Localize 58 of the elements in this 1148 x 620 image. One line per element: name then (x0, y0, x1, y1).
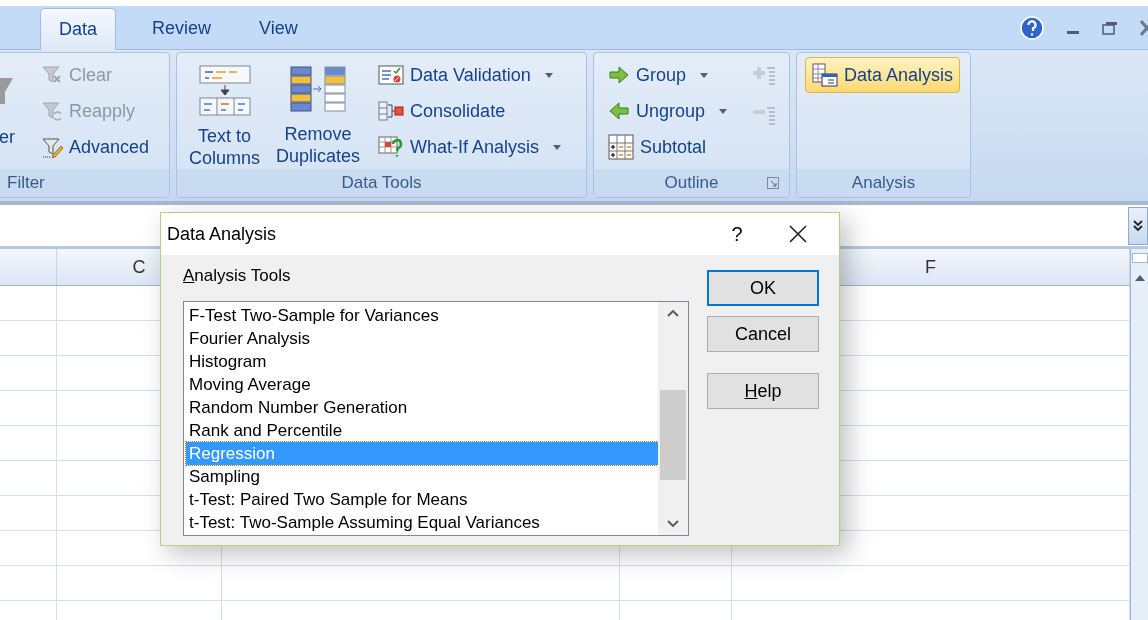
list-item[interactable]: Random Number Generation (186, 395, 658, 419)
remove-duplicates-icon (289, 65, 348, 115)
funnel-reapply-icon (41, 100, 63, 122)
funnel-clear-icon (41, 64, 63, 86)
ribbon-button[interactable]: Remove Duplicates (272, 57, 365, 169)
ribbon-button[interactable]: What-If Analysis (372, 129, 568, 165)
dialog-launcher-icon[interactable] (767, 177, 779, 189)
list-item[interactable]: Rank and Percentile (186, 418, 658, 442)
list-item[interactable]: t-Test: Paired Two Sample for Means (186, 487, 658, 511)
list-scrollbar[interactable] (658, 301, 688, 535)
vertical-scrollbar[interactable] (1130, 249, 1148, 620)
ribbon-button[interactable]: Group (602, 57, 734, 93)
group-label: Filter (7, 172, 45, 195)
restore-icon[interactable] (1102, 20, 1118, 35)
tools-listbox[interactable] (183, 300, 689, 536)
text-to-columns-icon (197, 65, 252, 117)
split-box[interactable] (1131, 253, 1148, 263)
double-chevron-icon (1133, 219, 1143, 232)
dialog-button[interactable]: Help (707, 373, 819, 409)
scroll-up-icon[interactable] (666, 307, 680, 318)
ribbon-button[interactable]: Ungroup (602, 93, 734, 129)
group-label: Data Tools (341, 172, 422, 195)
grid-question-icon (378, 135, 405, 159)
list-item[interactable]: F-Test Two-Sample for Variances (186, 303, 658, 327)
ribbon-tab[interactable]: Review (134, 7, 230, 49)
ribbon-button[interactable]: Consolidate (372, 93, 568, 129)
scroll-thumb[interactable] (660, 389, 686, 480)
ribbon-tab[interactable]: Data (40, 8, 117, 50)
ribbon-button[interactable]: er (0, 57, 15, 167)
consolidate-icon (378, 100, 405, 122)
checklist-icon (378, 64, 405, 86)
ribbon-tab[interactable]: View (241, 7, 316, 49)
table-window-icon (812, 63, 838, 87)
list-item[interactable]: Histogram (186, 349, 658, 373)
subtotal-grid-icon (608, 134, 634, 160)
ribbon-button[interactable]: Text to Columns (185, 57, 265, 169)
hide-detail-icon (751, 105, 777, 125)
ribbon-button[interactable]: Data Analysis (805, 57, 961, 93)
ribbon-button[interactable]: Advanced (35, 129, 156, 165)
dialog-button[interactable]: Cancel (707, 316, 819, 352)
ribbon-button[interactable]: Data Validation (372, 57, 568, 93)
left-arrow-icon (608, 101, 630, 121)
list-item[interactable]: Moving Average (186, 372, 658, 396)
list-item[interactable]: Sampling (186, 464, 658, 488)
right-arrow-icon (608, 65, 630, 85)
funnel-pencil-icon (41, 136, 63, 158)
expand-formula-bar-button[interactable] (1128, 206, 1148, 245)
close-icon (788, 224, 808, 244)
group-label: Analysis (851, 172, 916, 195)
dialog-button[interactable]: OK (707, 270, 819, 306)
show-detail-icon (751, 65, 777, 85)
group-label: Outline (664, 172, 719, 195)
list-item[interactable]: t-Test: Two-Sample Assuming Equal Variances (186, 510, 658, 534)
list-item[interactable]: Fourier Analysis (186, 326, 658, 350)
help-icon[interactable] (1020, 15, 1044, 40)
dialog-title: Data Analysis (167, 222, 277, 246)
ribbon-button[interactable]: Subtotal (602, 129, 734, 165)
scroll-down-icon[interactable] (666, 518, 680, 529)
